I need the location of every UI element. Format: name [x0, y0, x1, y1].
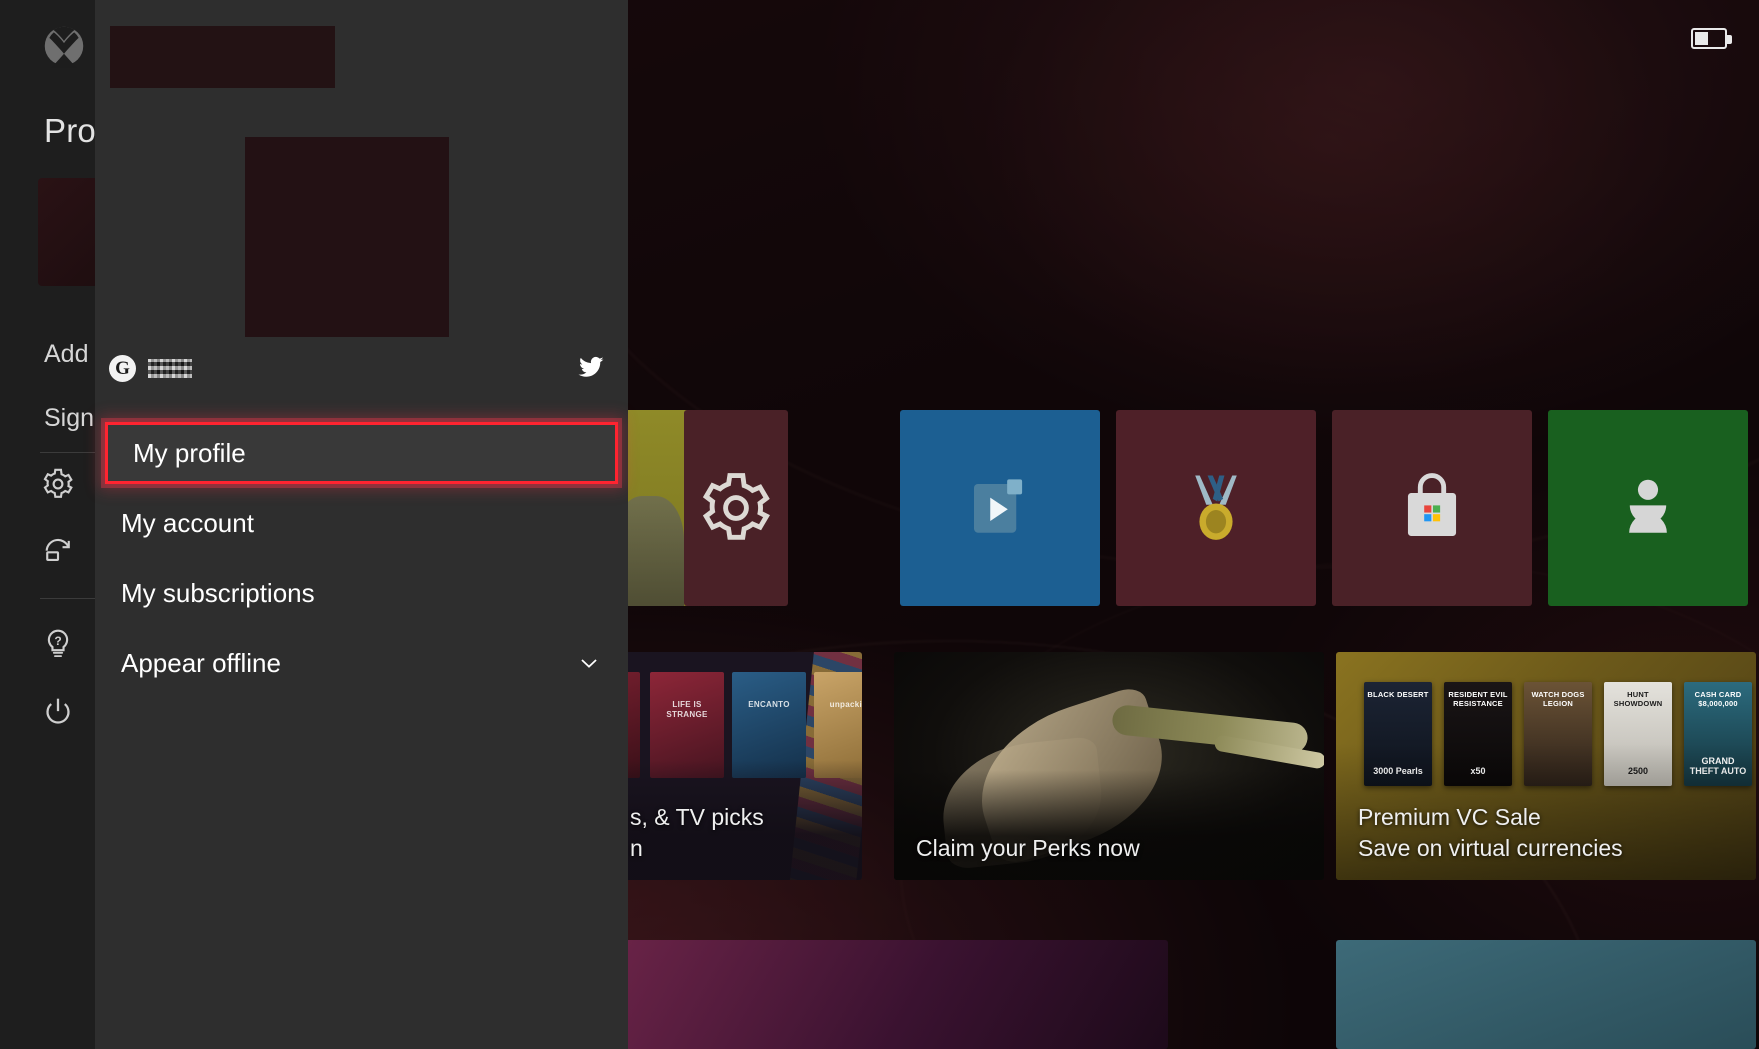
poster-title: ENCANTO: [748, 700, 790, 709]
tile-caption: s, & TV picks n: [630, 802, 764, 864]
bottom-tile-right[interactable]: [1336, 940, 1756, 1049]
profile-flyout: G My profile My account My subscriptions…: [95, 0, 628, 1049]
shopping-bag-icon: [1407, 473, 1457, 536]
gamerscore-value-redacted: [148, 359, 192, 378]
capture-icon: [45, 538, 70, 561]
perks-tile[interactable]: Claim your Perks now: [894, 652, 1324, 880]
game-pass-icon: [1629, 479, 1667, 533]
gamerscore-badge-icon: G: [109, 355, 136, 382]
poster-title: LIFE IS STRANGE: [666, 700, 708, 719]
tile-caption: Claim your Perks now: [916, 833, 1140, 864]
svg-text:?: ?: [54, 634, 61, 648]
game-pass-tile[interactable]: [1548, 410, 1748, 606]
page-title: Pro: [44, 112, 96, 149]
rail-link-sign-out[interactable]: Sign: [44, 404, 94, 433]
menu-item-my-profile[interactable]: My profile: [105, 422, 618, 484]
perks-caption-main: Claim your Perks now: [916, 834, 1140, 861]
battery-fill: [1695, 32, 1708, 45]
profile-menu: My profile My account My subscriptions A…: [95, 422, 628, 692]
menu-item-label: My subscriptions: [121, 577, 315, 608]
menu-item-label: My account: [121, 507, 254, 538]
sidebar-item-help[interactable]: ?: [38, 624, 78, 664]
battery-icon: [1691, 28, 1732, 49]
gear-icon: [43, 468, 73, 498]
top-bar: [0, 0, 1759, 92]
help-lightbulb-icon: ?: [47, 629, 69, 658]
tv-caption-main: s, & TV picks: [630, 803, 764, 830]
gamerscore-row: G: [109, 355, 192, 382]
tile-caption: Premium VC Sale Save on virtual currenci…: [1358, 802, 1623, 864]
microsoft-store-tile[interactable]: [1332, 410, 1532, 606]
gear-icon: [702, 473, 770, 540]
power-icon: [46, 698, 70, 724]
sidebar-item-power[interactable]: [38, 692, 78, 732]
media-play-icon: [974, 479, 1023, 533]
vc-caption-sub: Save on virtual currencies: [1358, 834, 1623, 861]
menu-item-my-subscriptions[interactable]: My subscriptions: [95, 564, 628, 622]
settings-tile[interactable]: [684, 410, 788, 606]
chevron-down-icon[interactable]: [576, 650, 602, 676]
sidebar-item-settings[interactable]: [38, 464, 78, 504]
bottom-tile-left[interactable]: [608, 940, 1168, 1049]
tv-caption-sub: n: [630, 834, 643, 861]
premium-vc-sale-tile[interactable]: BLACK DESERT 3000 Pearls RESIDENT EVIL R…: [1336, 652, 1756, 880]
vc-caption-main: Premium VC Sale: [1358, 803, 1541, 830]
twitter-icon[interactable]: [576, 352, 606, 382]
tv-picks-tile[interactable]: LIFE IS STRANGE ENCANTO unpacking s, & T…: [608, 652, 862, 880]
media-tile[interactable]: [900, 410, 1100, 606]
sidebar-item-captures[interactable]: [38, 530, 78, 570]
rail-link-add-or-switch[interactable]: Add: [44, 340, 88, 369]
xbox-dashboard: LIFE IS STRANGE ENCANTO unpacking s, & T…: [0, 0, 1759, 1049]
medal-icon: [1195, 475, 1237, 540]
menu-item-my-account[interactable]: My account: [95, 494, 628, 552]
profile-picture-redacted: [245, 137, 449, 337]
menu-item-label: My profile: [133, 437, 246, 468]
achievements-tile[interactable]: [1116, 410, 1316, 606]
menu-item-appear-offline[interactable]: Appear offline: [95, 634, 628, 692]
menu-item-label: Appear offline: [121, 647, 281, 678]
poster-title: unpacking: [829, 700, 862, 709]
